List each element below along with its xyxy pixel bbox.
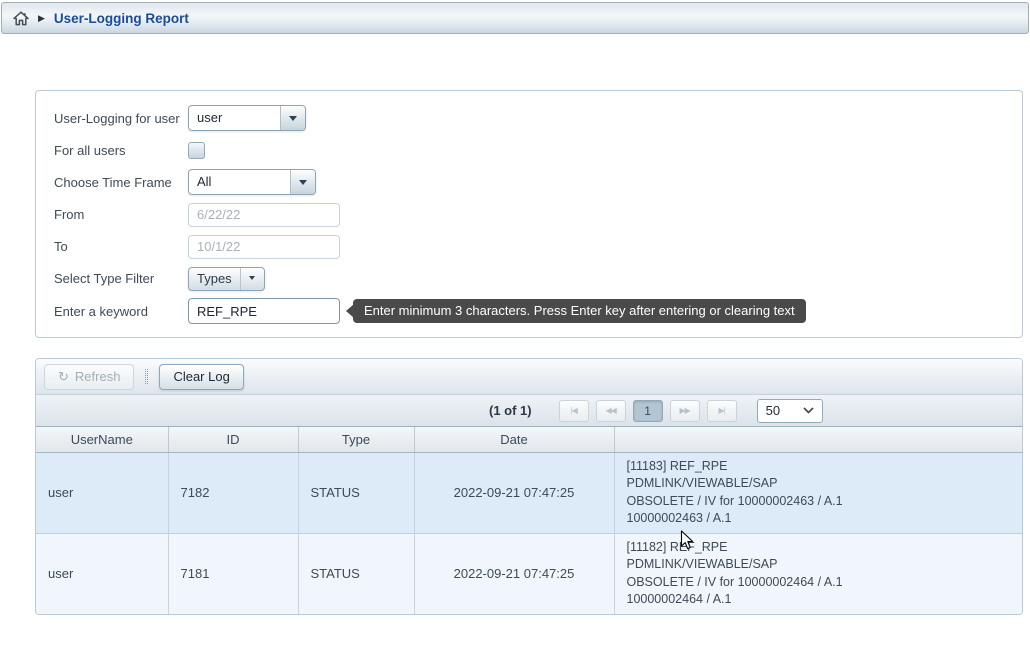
message-line: OBSOLETE / IV for 10000002464 / A.1: [627, 574, 1011, 592]
paginator-first-button[interactable]: |◀: [559, 400, 589, 422]
page-number: 1: [644, 404, 651, 418]
paginator-prev-button[interactable]: ◀◀: [596, 400, 626, 422]
column-header-message: [614, 427, 1022, 452]
type-filter-label: Select Type Filter: [54, 271, 188, 286]
cell-id: 7182: [168, 452, 298, 533]
paginator: (1 of 1) |◀ ◀◀ 1 ▶▶ ▶| 50: [36, 395, 1022, 427]
cell-date: 2022-09-21 07:47:25: [414, 452, 614, 533]
form-row-timeframe: Choose Time Frame All: [54, 169, 1004, 195]
user-combobox-label: User-Logging for user: [54, 111, 188, 126]
timeframe-combobox-arrow: [290, 170, 315, 194]
timeframe-combobox-value: All: [189, 170, 290, 194]
user-combobox-value: user: [189, 106, 280, 130]
message-line: OBSOLETE / IV for 10000002463 / A.1: [627, 493, 1011, 511]
cell-message: [11183] REF_RPE PDMLINK/VIEWABLE/SAP OBS…: [614, 452, 1022, 533]
types-menu-button-label: Types: [189, 268, 241, 290]
to-date-input[interactable]: [188, 235, 340, 259]
from-date-label: From: [54, 207, 188, 222]
home-icon[interactable]: [13, 11, 29, 26]
cell-type: STATUS: [298, 452, 414, 533]
timeframe-combobox-label: Choose Time Frame: [54, 175, 188, 190]
refresh-button-label: Refresh: [75, 369, 121, 384]
timeframe-combobox[interactable]: All: [188, 169, 316, 195]
keyword-input[interactable]: [188, 298, 340, 324]
for-all-users-checkbox[interactable]: [188, 142, 205, 159]
chevron-down-icon: [289, 116, 297, 125]
chevron-down-icon: [299, 180, 307, 189]
keyword-input-label: Enter a keyword: [54, 304, 188, 319]
page-size-select[interactable]: 50: [757, 399, 823, 423]
prev-page-icon: ◀◀: [605, 406, 615, 415]
form-row-from: From: [54, 202, 1004, 227]
types-menu-button-arrow: [241, 268, 264, 290]
log-toolbar: ↻ Refresh Clear Log: [36, 359, 1022, 395]
message-line: 10000002464 / A.1: [627, 591, 1011, 609]
form-row-to: To: [54, 234, 1004, 259]
message-line: PDMLINK/VIEWABLE/SAP: [627, 556, 1011, 574]
message-line: PDMLINK/VIEWABLE/SAP: [627, 475, 1011, 493]
table-header-row: UserName ID Type Date: [36, 427, 1022, 452]
chevron-down-icon: [803, 407, 814, 414]
cell-date: 2022-09-21 07:47:25: [414, 533, 614, 614]
clear-log-button-label: Clear Log: [173, 369, 229, 384]
paginator-next-button[interactable]: ▶▶: [670, 400, 700, 422]
paginator-last-button[interactable]: ▶|: [707, 400, 737, 422]
refresh-button[interactable]: ↻ Refresh: [44, 364, 134, 390]
toolbar-separator: [145, 369, 148, 384]
table-row[interactable]: user 7181 STATUS 2022-09-21 07:47:25 [11…: [36, 533, 1022, 614]
refresh-icon: ↻: [58, 370, 69, 383]
cell-username: user: [36, 452, 168, 533]
keyword-tooltip: Enter minimum 3 characters. Press Enter …: [353, 299, 806, 323]
column-header-id: ID: [168, 427, 298, 452]
breadcrumb-separator-icon: ▶: [38, 14, 45, 23]
column-header-date: Date: [414, 427, 614, 452]
form-row-type-filter: Select Type Filter Types: [54, 266, 1004, 291]
cell-id: 7181: [168, 533, 298, 614]
next-page-icon: ▶▶: [679, 406, 689, 415]
breadcrumb-bar: ▶ User-Logging Report: [1, 2, 1029, 34]
user-combobox-arrow: [280, 106, 305, 130]
paginator-status: (1 of 1): [489, 403, 532, 418]
table-row[interactable]: user 7182 STATUS 2022-09-21 07:47:25 [11…: [36, 452, 1022, 533]
paginator-page-1-button[interactable]: 1: [633, 400, 663, 422]
first-page-icon: |◀: [571, 406, 577, 415]
log-panel: ↻ Refresh Clear Log (1 of 1) |◀ ◀◀ 1 ▶▶ …: [35, 358, 1023, 615]
message-line: [11183] REF_RPE: [627, 458, 1011, 476]
to-date-label: To: [54, 239, 188, 254]
log-table: UserName ID Type Date user 7182 STATUS 2…: [36, 427, 1022, 614]
page-size-value: 50: [766, 403, 780, 418]
cell-username: user: [36, 533, 168, 614]
column-header-username: UserName: [36, 427, 168, 452]
user-combobox[interactable]: user: [188, 105, 306, 131]
last-page-icon: ▶|: [719, 406, 725, 415]
types-menu-button[interactable]: Types: [188, 267, 265, 291]
form-row-all-users: For all users: [54, 140, 1004, 160]
all-users-checkbox-label: For all users: [54, 143, 188, 158]
cell-type: STATUS: [298, 533, 414, 614]
breadcrumb-title[interactable]: User-Logging Report: [54, 11, 189, 26]
from-date-input[interactable]: [188, 203, 340, 227]
message-line: [11182] REF_RPE: [627, 539, 1011, 557]
form-row-user: User-Logging for user user: [54, 105, 1004, 131]
cell-message: [11182] REF_RPE PDMLINK/VIEWABLE/SAP OBS…: [614, 533, 1022, 614]
column-header-type: Type: [298, 427, 414, 452]
chevron-down-icon: [249, 276, 255, 284]
clear-log-button[interactable]: Clear Log: [159, 364, 243, 390]
form-row-keyword: Enter a keyword Enter minimum 3 characte…: [54, 298, 1004, 324]
message-line: 10000002463 / A.1: [627, 510, 1011, 528]
filter-panel: User-Logging for user user For all users…: [35, 90, 1023, 338]
